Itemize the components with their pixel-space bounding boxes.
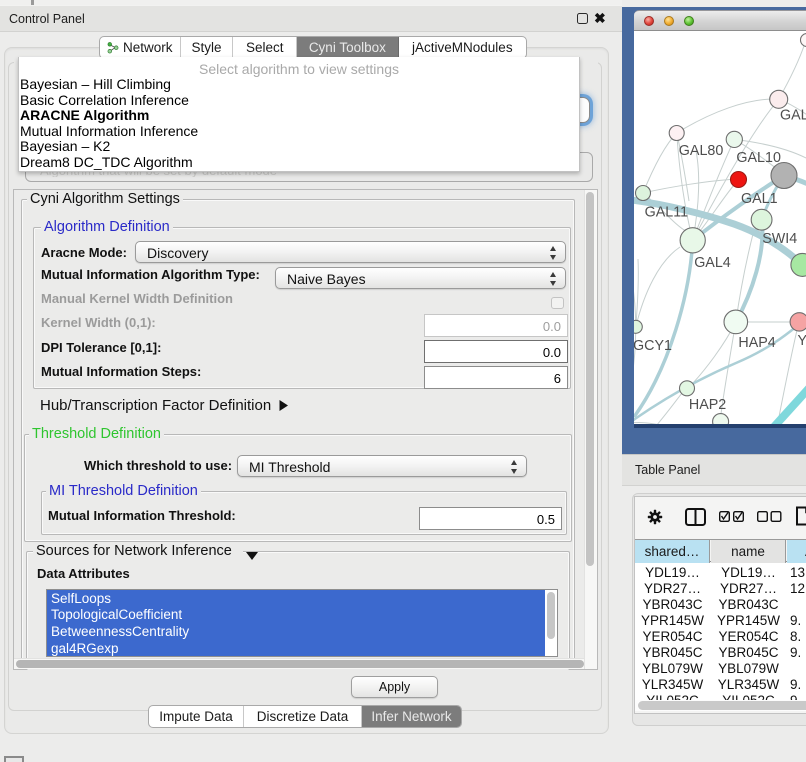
svg-text:GAL11: GAL11: [645, 204, 688, 220]
svg-text:Y: Y: [798, 333, 806, 349]
svg-text:GAL80: GAL80: [679, 143, 724, 159]
svg-text:HAP2: HAP2: [689, 397, 726, 413]
svg-text:GAL: GAL: [780, 108, 806, 124]
svg-text:GAL10: GAL10: [736, 150, 781, 166]
svg-text:HAP4: HAP4: [738, 335, 775, 351]
svg-text:GAL1: GAL1: [741, 191, 778, 207]
svg-text:GAL4: GAL4: [694, 255, 731, 271]
svg-text:SWI4: SWI4: [762, 231, 797, 247]
svg-text:GCY1: GCY1: [634, 338, 672, 354]
